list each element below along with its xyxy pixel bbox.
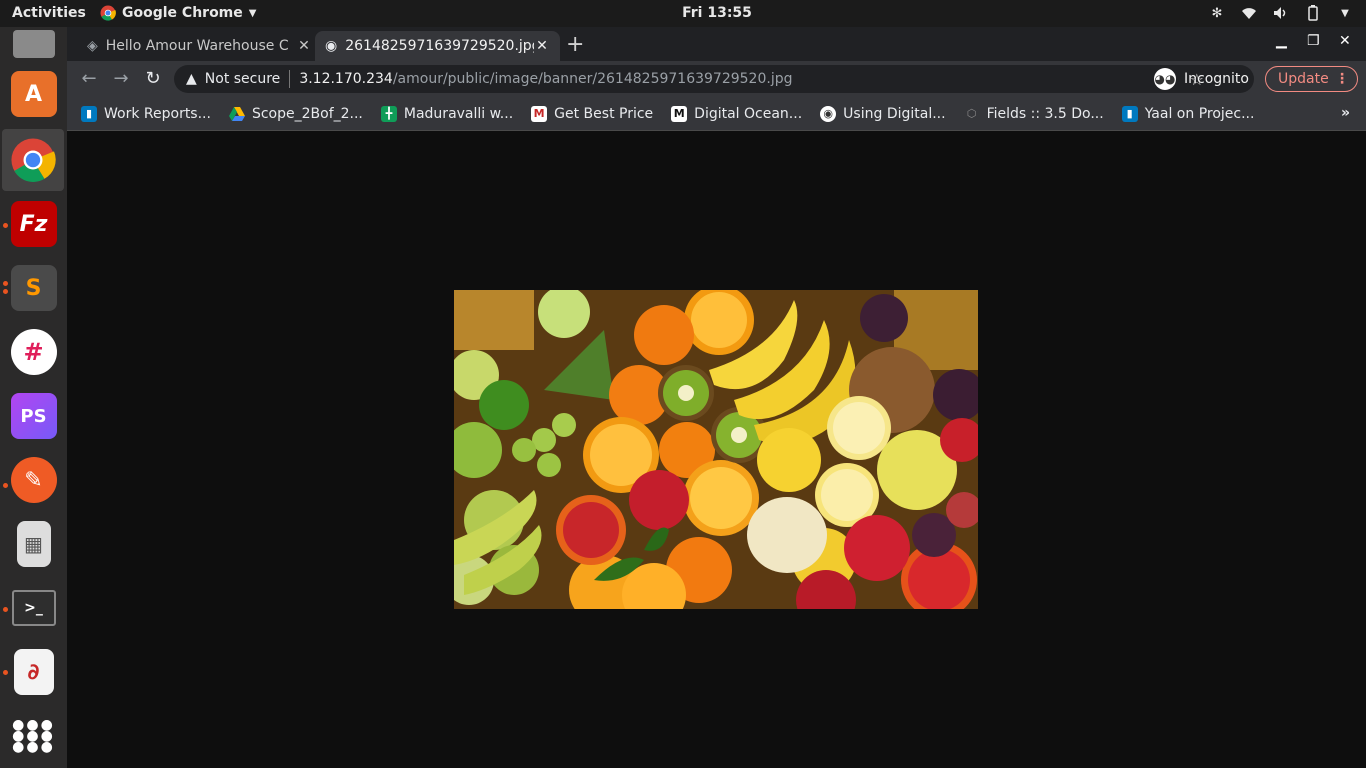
bookmark-item[interactable]: ⬡ Fields :: 3.5 Do... [964, 106, 1104, 122]
kebab-menu-icon[interactable]: ⋮ [1335, 71, 1349, 87]
battery-icon[interactable] [1304, 4, 1322, 22]
incognito-icon: ◕◕ [1154, 68, 1176, 90]
incognito-label: Incognito [1184, 71, 1249, 87]
dock: A Fz S # PS ✎ ▦ >_ ∂ ●●● ●●● ●●● [0, 27, 67, 768]
more-bookmarks-icon[interactable]: » [1341, 105, 1350, 121]
price-icon: M [531, 105, 548, 122]
tab-title: Hello Amour Warehouse C [105, 38, 289, 54]
dock-document-viewer[interactable]: ∂ [0, 641, 67, 703]
close-icon[interactable]: ✕ [296, 38, 312, 54]
slack-tray-icon[interactable]: ✻ [1208, 4, 1226, 22]
tab-title: 2614825971639729520.jpg [345, 38, 534, 54]
dock-filezilla[interactable]: Fz [0, 193, 67, 255]
chrome-window: ◈ Hello Amour Warehouse C ✕ ◉ 2614825971… [67, 27, 1366, 768]
tab-strip: ◈ Hello Amour Warehouse C ✕ ◉ 2614825971… [67, 27, 1366, 61]
terminal-icon: >_ [11, 590, 56, 626]
globe-icon: ◉ [325, 38, 338, 54]
document-viewer-icon: ∂ [13, 649, 54, 695]
trello-icon: ▮ [81, 105, 97, 122]
bookmark-label: Fields :: 3.5 Do... [986, 105, 1104, 122]
address-bar[interactable]: ▲ Not secure 3.12.170.234 /amour/public/… [174, 65, 1254, 93]
dock-slack[interactable]: # [0, 321, 67, 383]
files-icon [12, 30, 55, 58]
filezilla-icon: Fz [10, 201, 57, 247]
wifi-icon[interactable] [1240, 4, 1258, 22]
dock-software[interactable]: A [0, 63, 67, 125]
phpstorm-icon: PS [10, 393, 57, 439]
bookmark-item[interactable]: ╋ Maduravalli w... [380, 105, 514, 122]
bookmark-item[interactable]: Scope_2Bof_2... [228, 105, 363, 122]
sublime-text-icon: S [10, 265, 57, 311]
layers-icon: ◈ [87, 38, 98, 54]
incognito-indicator[interactable]: ◕◕ Incognito [1154, 67, 1249, 91]
dock-phpstorm[interactable]: PS [0, 385, 67, 447]
tab-hello-amour[interactable]: ◈ Hello Amour Warehouse C ✕ [77, 31, 322, 61]
minimize-button[interactable]: ▁ [1276, 33, 1287, 49]
bookmark-label: Get Best Price [554, 105, 654, 122]
dock-show-apps[interactable]: ●●● ●●● ●●● [0, 705, 67, 767]
maximize-button[interactable]: ❐ [1307, 33, 1320, 49]
trello-icon: ▮ [1121, 105, 1138, 122]
drive-icon [228, 106, 245, 122]
fruit-banner-image[interactable] [454, 290, 978, 609]
back-button[interactable]: ← [77, 68, 101, 90]
bookmark-item[interactable]: ◉ Using Digital... [820, 105, 946, 122]
url-host: 3.12.170.234 [299, 71, 393, 87]
reload-button[interactable]: ↻ [141, 68, 165, 90]
divider [289, 70, 291, 88]
bookmark-label: Scope_2Bof_2... [251, 105, 363, 122]
calculator-icon: ▦ [16, 521, 51, 567]
browser-toolbar: ← → ↻ ▲ Not secure 3.12.170.234 /amour/p… [67, 61, 1366, 97]
new-tab-button[interactable]: + [566, 32, 584, 57]
tab-image[interactable]: ◉ 2614825971639729520.jpg ✕ [315, 31, 560, 61]
security-status[interactable]: Not secure [205, 71, 281, 87]
dock-postman[interactable]: ✎ [0, 449, 67, 511]
forward-button[interactable]: → [109, 68, 133, 90]
bookmark-label: Using Digital... [843, 105, 946, 122]
sheets-icon: ╋ [380, 105, 397, 122]
bookmark-item[interactable]: ▮ Work Reports... [81, 105, 211, 122]
close-icon[interactable]: ✕ [534, 38, 550, 54]
fields-icon: ⬡ [966, 107, 977, 120]
update-button[interactable]: Update ⋮ [1265, 66, 1358, 92]
dock-terminal[interactable]: >_ [0, 577, 67, 639]
postman-icon: ✎ [10, 457, 57, 503]
fruit-illustration [454, 290, 978, 609]
medium-icon: M [671, 105, 688, 122]
warning-icon[interactable]: ▲ [186, 71, 197, 87]
slack-icon: # [10, 329, 57, 375]
bookmark-item[interactable]: M Get Best Price [531, 105, 654, 122]
bookmark-item[interactable]: M Digital Ocean... [671, 105, 803, 122]
url-path: /amour/public/image/banner/2614825971639… [392, 71, 793, 87]
update-label: Update [1278, 71, 1329, 87]
bookmark-item[interactable]: ▮ Yaal on Projec... [1121, 105, 1255, 122]
dock-calculator[interactable]: ▦ [0, 513, 67, 575]
dock-sublime[interactable]: S [0, 257, 67, 319]
dock-chrome[interactable] [2, 129, 64, 191]
clock[interactable]: Fri 13:55 [0, 5, 1366, 21]
bookmark-label: Work Reports... [104, 105, 211, 122]
software-center-icon: A [10, 71, 57, 117]
bookmark-label: Maduravalli w... [403, 105, 514, 122]
bookmarks-bar: ▮ Work Reports... Scope_2Bof_2... ╋ Madu… [67, 97, 1366, 131]
app-grid-icon: ●●● ●●● ●●● [12, 716, 55, 755]
bookmark-label: Digital Ocean... [694, 105, 803, 122]
system-tray[interactable]: ✻ ▼ [1208, 4, 1354, 22]
chrome-icon [11, 138, 56, 182]
bookmark-label: Yaal on Projec... [1144, 105, 1255, 122]
globe-icon: ◉ [820, 105, 837, 122]
page-viewport [67, 131, 1366, 768]
chevron-down-icon[interactable]: ▼ [1336, 4, 1354, 22]
system-top-bar: Activities Google Chrome ▼ Fri 13:55 ✻ ▼ [0, 0, 1366, 27]
volume-icon[interactable] [1272, 4, 1290, 22]
close-window-button[interactable]: ✕ [1339, 33, 1351, 49]
